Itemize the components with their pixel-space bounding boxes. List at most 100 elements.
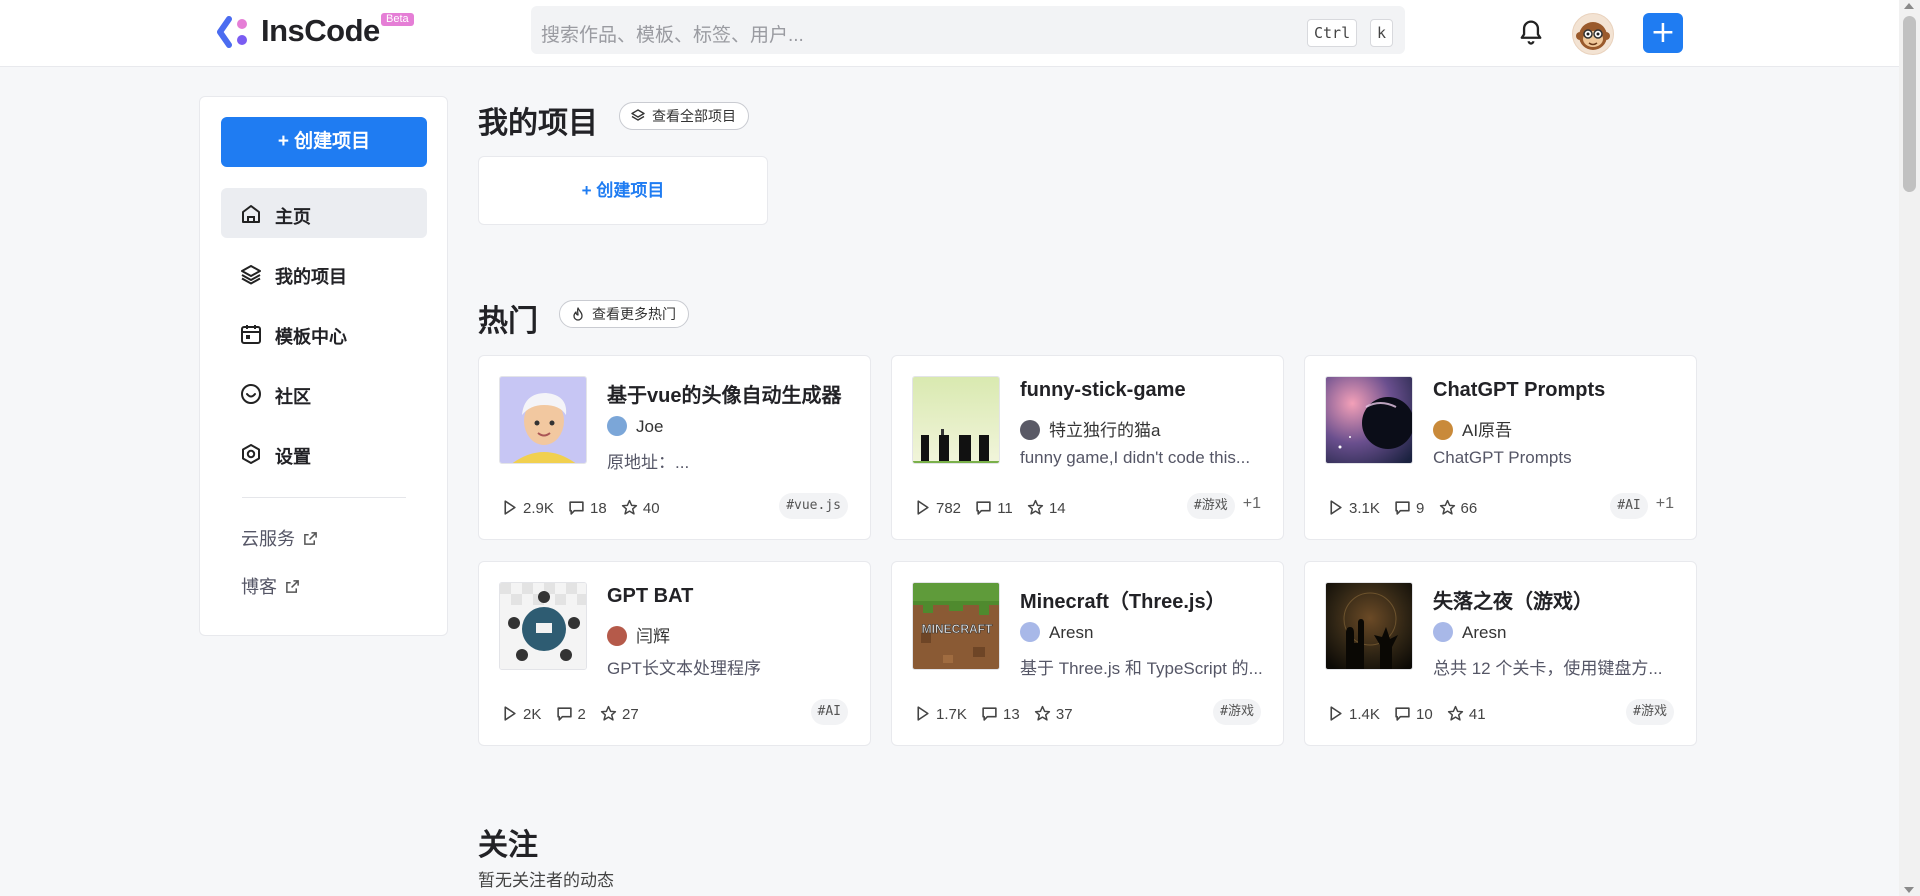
tag[interactable]: #AI: [1610, 493, 1648, 519]
night-game-icon: [1326, 583, 1412, 669]
project-author[interactable]: 闫辉: [607, 622, 670, 647]
sidebar-item-home[interactable]: 主页: [221, 188, 427, 238]
link-blog[interactable]: 博客: [241, 573, 300, 599]
layers-icon: [631, 109, 645, 121]
tag[interactable]: #游戏: [1213, 699, 1261, 725]
follow-title: 关注: [478, 829, 538, 862]
play-icon: [504, 706, 516, 721]
views-count: 782: [936, 500, 962, 517]
comments-count: 2: [577, 706, 586, 723]
tag[interactable]: #vue.js: [779, 493, 848, 519]
search-input[interactable]: 搜索作品、模板、标签、用户... Ctrl k: [531, 6, 1405, 54]
star-icon: [1439, 499, 1455, 515]
sidebar-item-templates[interactable]: 模板中心: [221, 308, 427, 358]
page-scrollbar[interactable]: [1899, 0, 1920, 896]
project-author[interactable]: Aresn: [1020, 622, 1093, 643]
play-icon: [917, 706, 929, 721]
community-icon: [241, 384, 261, 404]
project-title[interactable]: GPT BAT: [607, 585, 693, 608]
project-title[interactable]: ChatGPT Prompts: [1433, 379, 1605, 402]
comment-icon: [1395, 707, 1410, 721]
project-description: GPT长文本处理程序: [607, 659, 761, 678]
shortcut-k-key: k: [1370, 19, 1394, 47]
author-avatar: [1433, 622, 1453, 642]
comments-count: 18: [590, 500, 607, 517]
shortcut-ctrl-key: Ctrl: [1307, 19, 1358, 47]
comment-icon: [569, 501, 584, 515]
more-tags[interactable]: +1: [1656, 495, 1674, 513]
tag[interactable]: #游戏: [1626, 699, 1674, 725]
sidebar-item-settings[interactable]: 设置: [221, 428, 427, 478]
project-thumbnail: [1325, 582, 1413, 670]
author-name: Joe: [636, 417, 664, 436]
flame-icon: [573, 307, 583, 321]
views-count: 1.4K: [1349, 706, 1380, 723]
project-title[interactable]: funny-stick-game: [1020, 379, 1186, 402]
play-icon: [1330, 500, 1342, 515]
scroll-up-icon[interactable]: [1904, 3, 1914, 9]
meeting-table-icon: [500, 583, 586, 669]
project-author[interactable]: Joe: [607, 416, 663, 437]
views-count: 2K: [523, 706, 542, 723]
project-author[interactable]: Aresn: [1433, 622, 1506, 643]
project-description: ChatGPT Prompts: [1433, 448, 1572, 467]
sidebar-divider: [242, 497, 406, 498]
link-cloud-service[interactable]: 云服务: [241, 525, 318, 551]
views-count: 2.9K: [523, 500, 554, 517]
template-icon: [241, 325, 261, 344]
cartoon-avatar-icon: [500, 377, 586, 463]
project-stats: 782 11 14: [914, 499, 1076, 517]
project-card[interactable]: 失落之夜（游戏） Aresn 总共 12 个关卡，使用键盘方... 1.4K 1…: [1304, 561, 1697, 746]
monkey-avatar-icon: [1576, 22, 1610, 50]
project-card[interactable]: ChatGPT Prompts AI原吾 ChatGPT Prompts 3.1…: [1304, 355, 1697, 540]
project-title[interactable]: 失落之夜（游戏）: [1433, 585, 1593, 614]
stars-count: 40: [642, 500, 660, 517]
sidebar-item-community[interactable]: 社区: [221, 368, 427, 418]
scroll-down-icon[interactable]: [1904, 887, 1914, 893]
tag[interactable]: #游戏: [1186, 493, 1235, 519]
project-tags: #游戏: [1626, 699, 1674, 725]
more-tags[interactable]: +1: [1243, 495, 1261, 513]
sidebar-item-label: 设置: [275, 447, 311, 467]
project-card[interactable]: MINECRAFT Minecraft（Three.js） Aresn 基于 T…: [891, 561, 1284, 746]
view-all-projects-button[interactable]: 查看全部项目: [619, 102, 749, 130]
author-name: 闫辉: [636, 627, 670, 646]
create-project-button[interactable]: + 创建项目: [221, 117, 427, 167]
project-card[interactable]: 基于vue的头像自动生成器 Joe 原地址：... 2.9K 18 40 #vu…: [478, 355, 871, 540]
tag[interactable]: #AI: [810, 699, 848, 725]
sidebar-item-label: 模板中心: [275, 327, 347, 347]
project-tags: #vue.js: [779, 493, 848, 519]
add-button[interactable]: +: [1643, 13, 1683, 53]
view-more-hot-button[interactable]: 查看更多热门: [559, 300, 689, 328]
project-description: 总共 12 个关卡，使用键盘方...: [1433, 659, 1663, 678]
author-avatar: [1020, 622, 1040, 642]
project-stats: 1.4K 10 41: [1327, 705, 1496, 723]
comments-count: 11: [997, 500, 1013, 517]
comment-icon: [1395, 501, 1410, 515]
project-title[interactable]: 基于vue的头像自动生成器: [607, 379, 841, 408]
project-tags: #游戏: [1213, 699, 1261, 725]
star-icon: [1027, 499, 1044, 515]
project-thumbnail: [912, 376, 1000, 464]
comment-icon: [556, 707, 572, 721]
svg-text:MINECRAFT: MINECRAFT: [922, 622, 993, 636]
author-name: 特立独行的猫a: [1049, 421, 1161, 440]
settings-icon: [242, 444, 260, 464]
project-author[interactable]: 特立独行的猫a: [1020, 416, 1160, 441]
project-author[interactable]: AI原吾: [1433, 416, 1512, 441]
project-card[interactable]: funny-stick-game 特立独行的猫a funny game,I di…: [891, 355, 1284, 540]
stars-count: 37: [1055, 706, 1073, 723]
project-card[interactable]: GPT BAT 闫辉 GPT长文本处理程序 2K 2 27 #AI: [478, 561, 871, 746]
sidebar-item-my-projects[interactable]: 我的项目: [221, 248, 427, 298]
comments-count: 9: [1416, 500, 1425, 517]
project-stats: 2K 2 27: [501, 705, 649, 723]
home-icon: [242, 205, 260, 223]
user-avatar[interactable]: [1572, 13, 1614, 55]
author-name: Aresn: [1049, 623, 1094, 642]
comments-count: 13: [1003, 706, 1020, 723]
scroll-thumb[interactable]: [1903, 16, 1916, 192]
stars-count: 66: [1460, 500, 1478, 517]
new-project-card[interactable]: + 创建项目: [478, 156, 768, 225]
bell-icon[interactable]: [1517, 17, 1545, 47]
project-title[interactable]: Minecraft（Three.js）: [1020, 585, 1226, 614]
